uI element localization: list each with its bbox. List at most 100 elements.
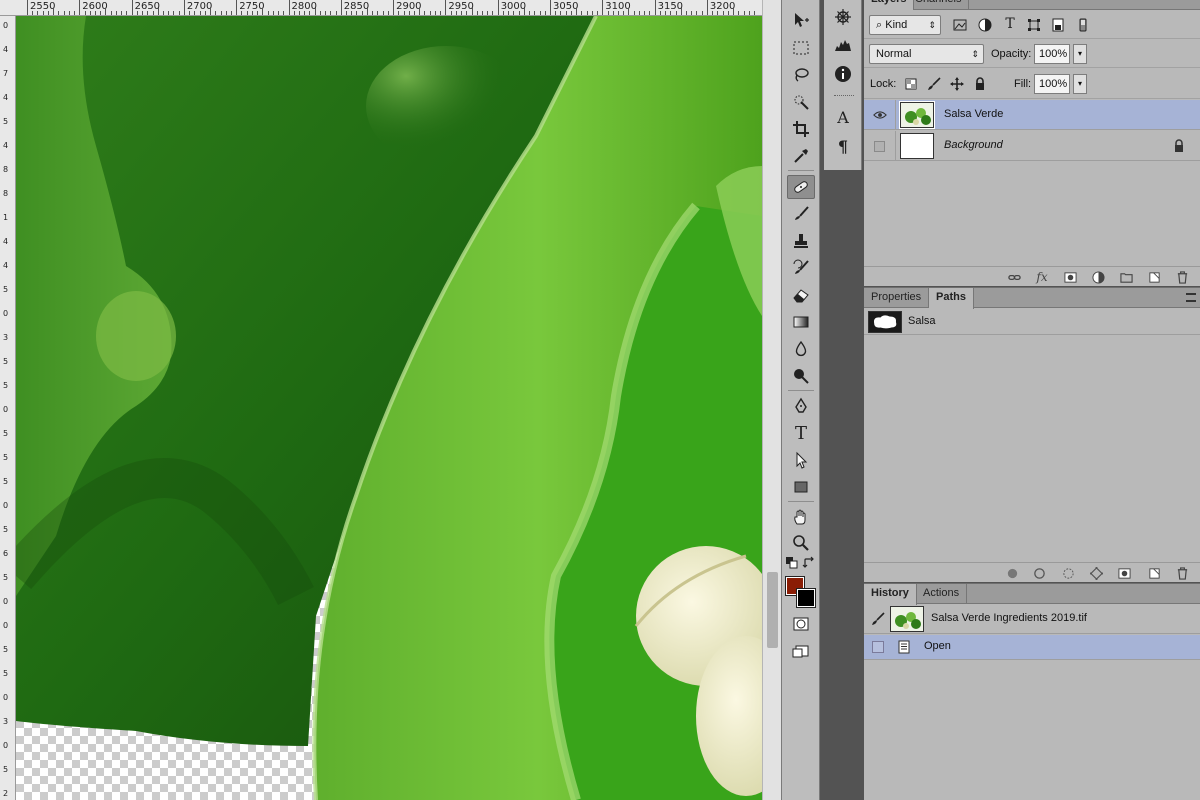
fill-path-icon[interactable]	[1004, 565, 1020, 581]
ruler-vertical-label: 7	[3, 69, 9, 78]
crop-tool-icon[interactable]	[787, 117, 815, 141]
panel-menu-icon[interactable]	[1186, 293, 1196, 302]
quick-mask-icon[interactable]	[787, 612, 815, 636]
ruler-minor-tick	[47, 11, 49, 15]
layer-name[interactable]: Salsa Verde	[944, 108, 1003, 120]
history-brush-source-icon[interactable]	[869, 610, 887, 628]
adjustment-layer-filter-icon[interactable]	[976, 16, 994, 34]
tab-paths[interactable]: Paths	[929, 288, 974, 309]
ruler-tick	[445, 0, 447, 15]
scrollbar-thumb[interactable]	[767, 572, 778, 648]
layer-row-salsa-verde[interactable]: Salsa Verde	[864, 100, 1200, 130]
fill-dropdown-arrow-icon[interactable]: ▾	[1073, 74, 1087, 94]
tab-actions[interactable]: Actions	[916, 584, 968, 604]
vertical-scrollbar[interactable]	[762, 0, 781, 800]
move-tool-icon[interactable]	[787, 8, 815, 32]
blur-tool-icon[interactable]	[787, 337, 815, 361]
vertical-ruler[interactable]: 0 4 7 4 5 4 8 8 1 4 4 5 0 3 5 5 0 5 5 5 0 5 6 5 0 0 5 5 0 3 0 5 2	[0, 16, 16, 800]
tab-channels[interactable]: Channels	[908, 0, 970, 10]
navigator-icon[interactable]	[832, 6, 854, 28]
lock-position-icon[interactable]	[948, 75, 966, 93]
eraser-tool-icon[interactable]	[787, 283, 815, 307]
tab-layers[interactable]: Layers	[864, 0, 915, 10]
visibility-toggle[interactable]	[864, 131, 896, 161]
dodge-tool-icon[interactable]	[787, 364, 815, 388]
path-row-salsa[interactable]: Salsa	[864, 309, 1200, 335]
layer-effects-icon[interactable]: fx	[1034, 269, 1050, 285]
ruler-minor-tick	[319, 11, 321, 15]
ruler-minor-tick	[696, 11, 698, 15]
ruler-minor-tick	[659, 11, 661, 15]
swap-colors-icon[interactable]	[802, 556, 816, 570]
gradient-tool-icon[interactable]	[787, 310, 815, 334]
new-layer-icon[interactable]	[1146, 269, 1162, 285]
path-selection-tool-icon[interactable]	[787, 448, 815, 472]
history-state-open[interactable]: Open	[864, 635, 1200, 660]
delete-layer-icon[interactable]	[1174, 269, 1190, 285]
type-tool-icon[interactable]: T	[787, 421, 815, 445]
eye-icon[interactable]	[864, 100, 896, 130]
make-work-path-icon[interactable]	[1088, 565, 1104, 581]
ruler-minor-tick	[502, 11, 504, 15]
stroke-path-icon[interactable]	[1031, 565, 1047, 581]
pen-tool-icon[interactable]	[787, 394, 815, 418]
spot-healing-tool-icon[interactable]	[787, 175, 815, 199]
ruler-minor-tick	[440, 11, 442, 15]
background-color-swatch[interactable]	[796, 588, 816, 608]
history-snapshot-row[interactable]: Salsa Verde Ingredients 2019.tif	[864, 604, 1200, 634]
shape-layer-filter-icon[interactable]	[1025, 16, 1043, 34]
opacity-dropdown-arrow-icon[interactable]: ▾	[1073, 44, 1087, 64]
ruler-minor-tick	[680, 8, 682, 15]
zoom-tool-icon[interactable]	[787, 531, 815, 555]
smart-object-filter-icon[interactable]	[1049, 16, 1067, 34]
tab-properties[interactable]: Properties	[864, 288, 930, 308]
ruler-minor-tick	[471, 8, 473, 15]
layer-row-background[interactable]: Background	[864, 131, 1200, 161]
document-canvas-area[interactable]: 2550 2600 2650 2700 2750 2800 2850 2900 2950 3000…	[0, 0, 781, 800]
link-layers-icon[interactable]	[1006, 269, 1022, 285]
horizontal-ruler[interactable]: 2550 2600 2650 2700 2750 2800 2850 2900 2950 3000…	[0, 0, 762, 16]
layer-name[interactable]: Background	[944, 139, 1003, 151]
rectangle-tool-icon[interactable]	[787, 475, 815, 499]
history-tabbar: History Actions	[864, 584, 1200, 605]
ruler-minor-tick	[518, 11, 520, 15]
load-path-as-selection-icon[interactable]	[1060, 565, 1076, 581]
filter-toggle-icon[interactable]	[1074, 16, 1092, 34]
layer-kind-dropdown[interactable]: ⌕ Kind ⇕	[869, 15, 941, 35]
add-vector-mask-icon[interactable]	[1116, 565, 1132, 581]
type-layer-filter-icon[interactable]: T	[1001, 15, 1019, 33]
history-brush-tool-icon[interactable]	[787, 256, 815, 280]
new-path-icon[interactable]	[1146, 565, 1162, 581]
new-adjustment-layer-icon[interactable]	[1090, 269, 1106, 285]
default-colors-icon[interactable]	[785, 556, 799, 570]
history-source-checkbox[interactable]	[872, 641, 884, 653]
clone-stamp-tool-icon[interactable]	[787, 229, 815, 253]
hand-tool-icon[interactable]	[787, 505, 815, 529]
delete-path-icon[interactable]	[1174, 565, 1190, 581]
ruler-minor-tick	[262, 8, 264, 15]
marquee-tool-icon[interactable]	[787, 36, 815, 60]
histogram-icon[interactable]	[832, 34, 854, 56]
eyedropper-tool-icon[interactable]	[787, 144, 815, 168]
document-image[interactable]	[16, 16, 762, 800]
screen-mode-icon[interactable]	[787, 639, 815, 663]
ruler-minor-tick	[738, 11, 740, 15]
character-panel-icon[interactable]: A	[832, 106, 854, 128]
quick-selection-tool-icon[interactable]	[787, 90, 815, 114]
ruler-vertical-label: 6	[3, 549, 9, 558]
opacity-field[interactable]: 100%	[1034, 44, 1070, 64]
info-icon[interactable]	[832, 63, 854, 85]
fill-field[interactable]: 100%	[1034, 74, 1070, 94]
lock-transparent-icon[interactable]	[902, 75, 920, 93]
pixel-layer-filter-icon[interactable]	[951, 16, 969, 34]
brush-tool-icon[interactable]	[787, 202, 815, 226]
path-name[interactable]: Salsa	[908, 315, 936, 327]
add-mask-icon[interactable]	[1062, 269, 1078, 285]
paragraph-panel-icon[interactable]: ¶	[832, 135, 854, 157]
blend-mode-dropdown[interactable]: Normal ⇕	[869, 44, 984, 64]
lock-all-icon[interactable]	[971, 75, 989, 93]
lasso-tool-icon[interactable]	[787, 63, 815, 87]
lock-pixels-icon[interactable]	[925, 75, 943, 93]
new-group-icon[interactable]	[1118, 269, 1134, 285]
tab-history[interactable]: History	[864, 584, 917, 605]
